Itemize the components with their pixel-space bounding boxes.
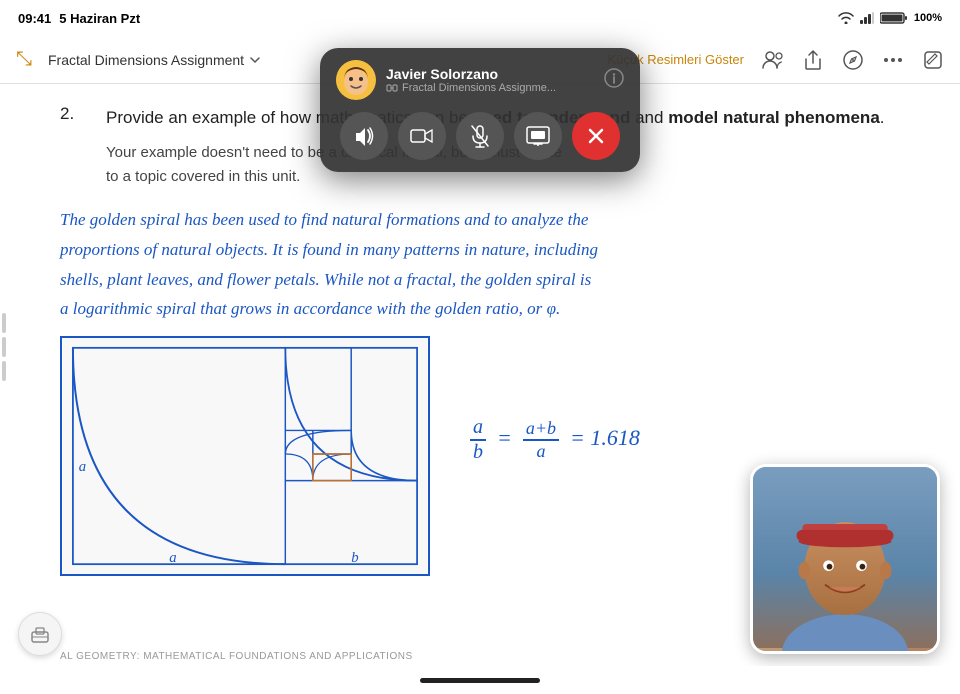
- link-icon: [386, 82, 398, 94]
- collapse-icon[interactable]: ⤡: [16, 48, 32, 71]
- info-icon[interactable]: [604, 68, 624, 93]
- markup-icon[interactable]: [842, 49, 864, 71]
- end-call-button[interactable]: [572, 112, 620, 160]
- mute-button[interactable]: [456, 112, 504, 160]
- status-left: 09:41 5 Haziran Pzt: [18, 11, 140, 26]
- speaker-button[interactable]: [340, 112, 388, 160]
- caller-name: Javier Solorzano: [386, 66, 594, 82]
- home-indicator: [420, 678, 540, 683]
- wifi-icon: [838, 12, 854, 24]
- svg-text:a: a: [169, 550, 176, 566]
- facetime-controls: [336, 112, 624, 160]
- status-time: 09:41: [18, 11, 51, 26]
- camera-button[interactable]: [398, 112, 446, 160]
- battery-percent: 100%: [914, 12, 942, 24]
- toolbar-right: Küçük Resimleri Göster: [607, 49, 944, 71]
- status-right: 100%: [838, 11, 942, 25]
- status-date: 5 Haziran Pzt: [59, 11, 140, 26]
- caller-info: Javier Solorzano Fractal Dimensions Assi…: [386, 66, 594, 94]
- edit-icon[interactable]: [922, 49, 944, 71]
- bottom-label: AL GEOMETRY: MATHEMATICAL FOUNDATIONS AN…: [60, 651, 413, 662]
- signal-icon: [860, 12, 874, 24]
- people-icon[interactable]: [762, 49, 784, 71]
- camera-overlay: [750, 464, 940, 654]
- screen-share-button[interactable]: [514, 112, 562, 160]
- chevron-down-icon: [248, 53, 262, 67]
- question-number: 2.: [60, 104, 90, 131]
- formula-area: a b = a+b a = 1.618: [470, 336, 640, 464]
- svg-text:b: b: [351, 550, 358, 566]
- facetime-overlay: Javier Solorzano Fractal Dimensions Assi…: [320, 48, 640, 172]
- document-title[interactable]: Fractal Dimensions Assignment: [48, 52, 262, 68]
- svg-text:a: a: [79, 459, 86, 475]
- caller-subtitle: Fractal Dimensions Assignme...: [386, 82, 594, 94]
- battery-icon: [880, 11, 908, 25]
- facetime-header: Javier Solorzano Fractal Dimensions Assi…: [336, 60, 624, 100]
- golden-spiral-diagram: a a b: [60, 336, 430, 576]
- left-edge-indicator: [2, 313, 6, 381]
- more-icon[interactable]: [882, 49, 904, 71]
- caller-avatar: [336, 60, 376, 100]
- status-bar: 09:41 5 Haziran Pzt 100%: [0, 0, 960, 36]
- bottom-bar: [0, 666, 960, 694]
- share-icon[interactable]: [802, 49, 824, 71]
- camera-person-view: [753, 467, 937, 651]
- eraser-button[interactable]: [18, 612, 62, 656]
- handwritten-answer: The golden spiral has been used to find …: [60, 205, 900, 324]
